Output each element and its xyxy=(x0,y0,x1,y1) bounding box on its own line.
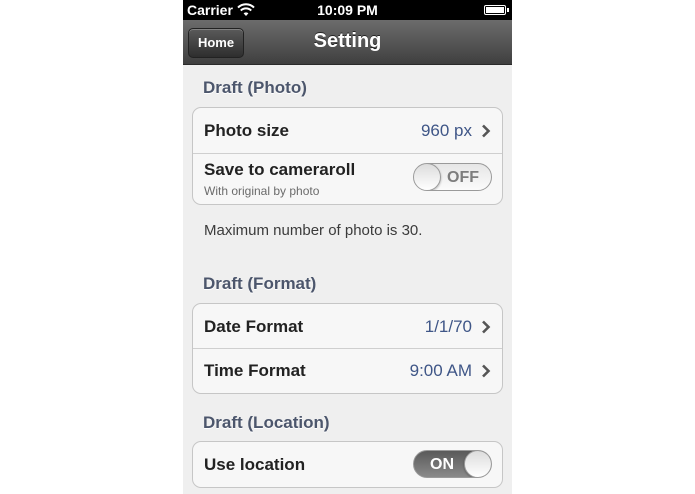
use-location-switch[interactable]: ON xyxy=(413,450,492,478)
chevron-right-icon xyxy=(482,124,491,138)
section-header-format: Draft (Format) xyxy=(203,274,317,293)
switch-state-label: OFF xyxy=(447,169,479,186)
time-format-value: 9:00 AM xyxy=(409,361,472,380)
page-title: Setting xyxy=(313,30,382,52)
switch-knob xyxy=(464,451,491,477)
location-settings-group: Use location ON xyxy=(192,441,503,488)
photo-settings-group: Photo size 960 px Save to cameraroll Wit… xyxy=(192,107,503,205)
photo-footer-note: Maximum number of photo is 30. xyxy=(204,222,423,239)
use-location-row: Use location ON xyxy=(193,442,502,487)
chevron-right-icon xyxy=(482,364,491,378)
photo-size-row[interactable]: Photo size 960 px xyxy=(193,108,502,154)
save-to-cameraroll-switch[interactable]: OFF xyxy=(413,163,492,191)
format-settings-group: Date Format 1/1/70 Time Format 9:00 AM xyxy=(192,303,503,394)
chevron-right-icon xyxy=(482,320,491,334)
date-format-row[interactable]: Date Format 1/1/70 xyxy=(193,304,502,349)
navigation-bar: Home Setting xyxy=(183,20,512,65)
phone-screen: Carrier 10:09 PM Home Setting Draft (Pho… xyxy=(183,0,512,494)
photo-size-value: 960 px xyxy=(420,121,472,140)
date-format-value: 1/1/70 xyxy=(424,317,472,336)
time-format-label: Time Format xyxy=(204,361,306,380)
battery-icon xyxy=(484,5,509,15)
photo-size-label: Photo size xyxy=(204,121,290,140)
save-to-cameraroll-row: Save to cameraroll With original by phot… xyxy=(193,154,502,204)
date-format-label: Date Format xyxy=(204,317,304,336)
use-location-label: Use location xyxy=(204,455,306,474)
section-header-photo: Draft (Photo) xyxy=(203,78,307,97)
section-header-location: Draft (Location) xyxy=(203,413,330,432)
status-bar: Carrier 10:09 PM xyxy=(183,0,512,20)
save-to-cameraroll-sublabel: With original by photo xyxy=(204,184,320,198)
time-format-row[interactable]: Time Format 9:00 AM xyxy=(193,349,502,393)
switch-state-label: ON xyxy=(430,456,454,473)
switch-knob xyxy=(414,164,441,190)
status-time: 10:09 PM xyxy=(317,2,378,18)
save-to-cameraroll-label: Save to cameraroll xyxy=(204,160,356,179)
